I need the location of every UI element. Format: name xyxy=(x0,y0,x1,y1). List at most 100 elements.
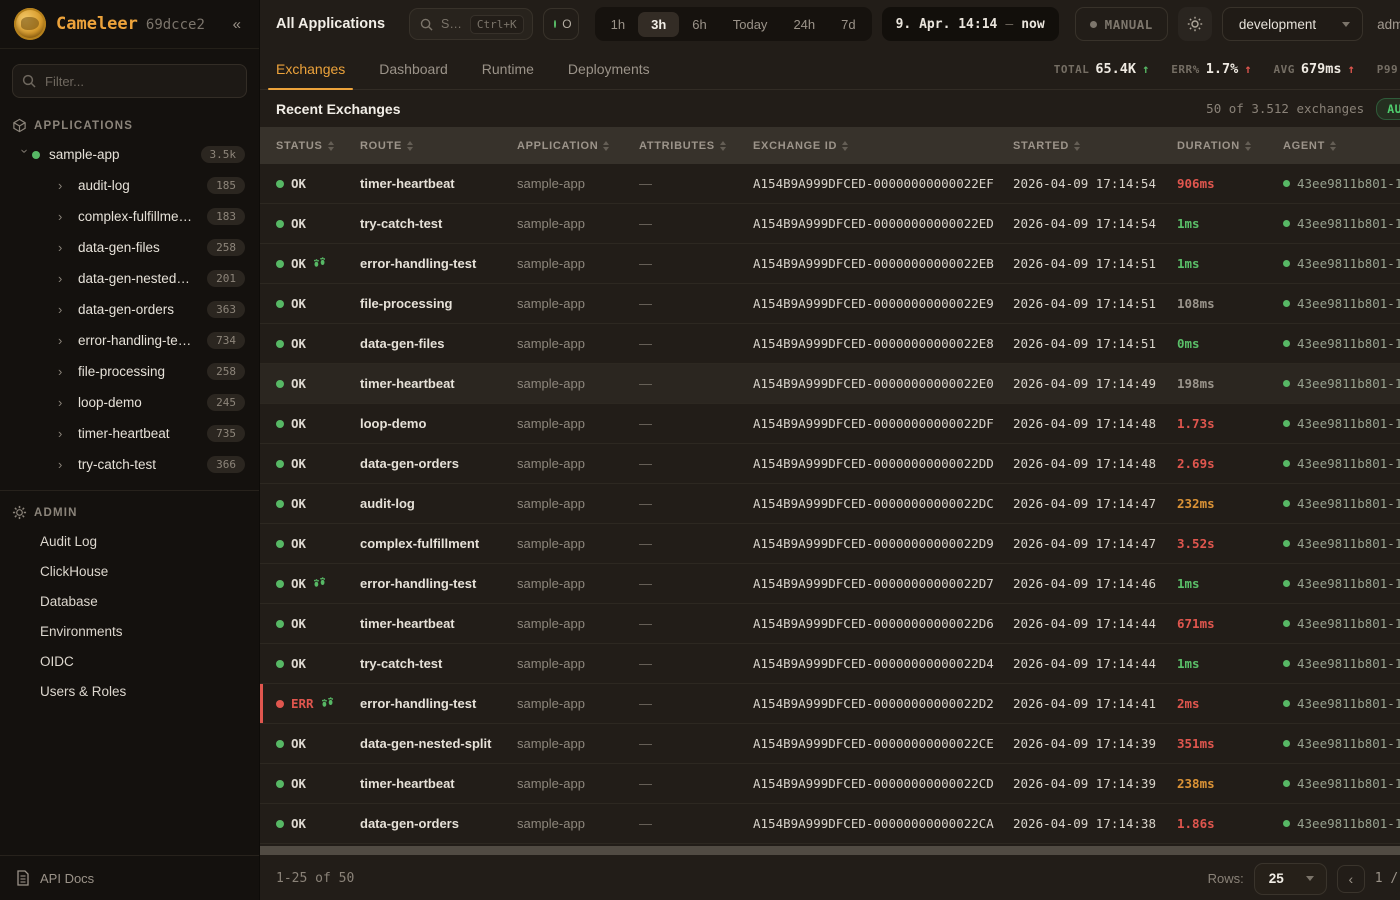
column-header-attributes[interactable]: ATTRIBUTES xyxy=(639,140,753,152)
range-button-today[interactable]: Today xyxy=(720,12,781,37)
status-cell: OK xyxy=(276,216,360,231)
table-row[interactable]: OKdata-gen-orderssample-app—A154B9A999DF… xyxy=(260,444,1400,484)
table-row[interactable]: OKfile-processingsample-app—A154B9A999DF… xyxy=(260,284,1400,324)
column-header-exchange-id[interactable]: EXCHANGE ID xyxy=(753,140,1013,152)
duration-cell: 906ms xyxy=(1177,176,1283,191)
date-range-button[interactable]: 9. Apr. 14:14 – now xyxy=(882,7,1059,41)
table-row[interactable]: OKdata-gen-filessample-app—A154B9A999DFC… xyxy=(260,324,1400,364)
manual-refresh-button[interactable]: MANUAL xyxy=(1075,7,1168,41)
agent-cell: 43ee9811b801-1 xyxy=(1283,696,1400,711)
table-row[interactable]: OKerror-handling-testsample-app—A154B9A9… xyxy=(260,564,1400,604)
sidebar-item-complex-fulfillme[interactable]: ›complex-fulfillme…183 xyxy=(0,201,259,232)
table-row[interactable]: OKtry-catch-testsample-app—A154B9A999DFC… xyxy=(260,644,1400,684)
tab-exchanges[interactable]: Exchanges xyxy=(276,48,345,89)
sidebar-item-data-gen-files[interactable]: ›data-gen-files258 xyxy=(0,232,259,263)
prev-page-button[interactable]: ‹ xyxy=(1337,865,1365,893)
scrollbar-thumb[interactable] xyxy=(260,846,1400,855)
agent-dot-icon xyxy=(1283,220,1290,227)
tab-dashboard[interactable]: Dashboard xyxy=(379,48,448,89)
sidebar-item-try-catch-test[interactable]: ›try-catch-test366 xyxy=(0,449,259,480)
sidebar-item-error-handling-te[interactable]: ›error-handling-te…734 xyxy=(0,325,259,356)
sidebar-item-audit-log[interactable]: ›audit-log185 xyxy=(0,170,259,201)
range-button-24h[interactable]: 24h xyxy=(780,12,828,37)
status-cell: OK xyxy=(276,496,360,511)
attributes-cell: — xyxy=(639,176,753,191)
logo-row: Cameleer 69dcce2 « xyxy=(0,0,259,49)
column-header-duration[interactable]: DURATION xyxy=(1177,140,1283,152)
status-cell: OK xyxy=(276,736,360,751)
table-row[interactable]: OKaudit-logsample-app—A154B9A999DFCED-00… xyxy=(260,484,1400,524)
table-row[interactable]: OKerror-handling-testsample-app—A154B9A9… xyxy=(260,244,1400,284)
sidebar-item-oidc[interactable]: OIDC xyxy=(0,646,259,676)
exchange-id-label: A154B9A999DFCED-00000000000022CD xyxy=(753,776,994,791)
auto-refresh-badge[interactable]: AUTO xyxy=(1376,98,1400,120)
agent-cell: 43ee9811b801-1 xyxy=(1283,536,1400,551)
column-header-started[interactable]: STARTED xyxy=(1013,140,1177,152)
ok-dot-icon xyxy=(276,580,284,588)
sidebar-item-audit-log[interactable]: Audit Log xyxy=(0,526,259,556)
table-row[interactable]: OKtry-catch-testsample-app—A154B9A999DFC… xyxy=(260,204,1400,244)
application-cell: sample-app xyxy=(517,256,639,271)
stat-avg: AVG679ms↑ xyxy=(1274,61,1355,77)
rows-per-page-select[interactable]: 25 xyxy=(1254,863,1327,895)
sidebar-item-users-roles[interactable]: Users & Roles xyxy=(0,676,259,706)
table-row[interactable]: OKtimer-heartbeatsample-app—A154B9A999DF… xyxy=(260,164,1400,204)
horizontal-scrollbar[interactable] xyxy=(260,844,1400,857)
tab-deployments[interactable]: Deployments xyxy=(568,48,650,89)
sidebar-item-sample-app[interactable]: › sample-app 3.5k xyxy=(0,139,259,170)
sidebar-item-data-gen-nested[interactable]: ›data-gen-nested…201 xyxy=(0,263,259,294)
application-cell: sample-app xyxy=(517,536,639,551)
collapse-sidebar-icon[interactable]: « xyxy=(229,14,245,35)
sort-icon xyxy=(407,141,413,151)
attributes-cell: — xyxy=(639,336,753,351)
table-row[interactable]: OKcomplex-fulfillmentsample-app—A154B9A9… xyxy=(260,524,1400,564)
attributes-label: — xyxy=(639,776,652,791)
column-header-route[interactable]: ROUTE xyxy=(360,140,517,152)
sidebar-item-database[interactable]: Database xyxy=(0,586,259,616)
sort-icon xyxy=(842,141,848,151)
route-label: error-handling-test xyxy=(360,576,476,591)
range-button-1h[interactable]: 1h xyxy=(598,12,638,37)
environment-select[interactable]: development xyxy=(1222,7,1363,41)
sidebar-item-clickhouse[interactable]: ClickHouse xyxy=(0,556,259,586)
agent-cell: 43ee9811b801-1 xyxy=(1283,216,1400,231)
table-row[interactable]: OKdata-gen-orderssample-app—A154B9A999DF… xyxy=(260,804,1400,844)
duration-label: 1ms xyxy=(1177,216,1200,231)
exchange-id-cell: A154B9A999DFCED-00000000000022D9 xyxy=(753,536,1013,551)
column-header-agent[interactable]: AGENT xyxy=(1283,140,1400,152)
sun-icon xyxy=(1187,16,1203,32)
sidebar-item-file-processing[interactable]: ›file-processing258 xyxy=(0,356,259,387)
sidebar-item-timer-heartbeat[interactable]: ›timer-heartbeat735 xyxy=(0,418,259,449)
chevron-down-icon[interactable]: › xyxy=(18,149,33,163)
table-row[interactable]: OKtimer-heartbeatsample-app—A154B9A999DF… xyxy=(260,764,1400,804)
sidebar-item-environments[interactable]: Environments xyxy=(0,616,259,646)
page-title: Recent Exchanges xyxy=(276,101,401,117)
application-label: sample-app xyxy=(517,456,585,471)
table-row[interactable]: OKtimer-heartbeatsample-app—A154B9A999DF… xyxy=(260,364,1400,404)
status-label: OK xyxy=(291,616,306,631)
range-button-3h[interactable]: 3h xyxy=(638,12,679,37)
sidebar-item-api-docs[interactable]: API Docs xyxy=(0,856,259,900)
table-header-bar: Recent Exchanges 50 of 3.512 exchanges A… xyxy=(260,90,1400,127)
sidebar-item-data-gen-orders[interactable]: ›data-gen-orders363 xyxy=(0,294,259,325)
tab-runtime[interactable]: Runtime xyxy=(482,48,534,89)
range-button-7d[interactable]: 7d xyxy=(828,12,868,37)
table-row[interactable]: OKdata-gen-nested-splitsample-app—A154B9… xyxy=(260,724,1400,764)
sidebar-item-loop-demo[interactable]: ›loop-demo245 xyxy=(0,387,259,418)
global-search-input[interactable]: S… Ctrl+K xyxy=(409,8,533,40)
count-badge: 734 xyxy=(207,332,245,349)
column-header-status[interactable]: STATUS xyxy=(276,140,360,152)
column-header-application[interactable]: APPLICATION xyxy=(517,140,639,152)
status-label: OK xyxy=(291,376,306,391)
attributes-cell: — xyxy=(639,216,753,231)
status-filter-chip[interactable]: O xyxy=(543,8,579,40)
agent-cell: 43ee9811b801-1 xyxy=(1283,736,1400,751)
table-row[interactable]: OKloop-demosample-app—A154B9A999DFCED-00… xyxy=(260,404,1400,444)
theme-toggle-button[interactable] xyxy=(1178,7,1212,41)
table-row[interactable]: OKtimer-heartbeatsample-app—A154B9A999DF… xyxy=(260,604,1400,644)
filter-input[interactable] xyxy=(12,64,247,98)
table-row[interactable]: ERRerror-handling-testsample-app—A154B9A… xyxy=(260,684,1400,724)
range-button-6h[interactable]: 6h xyxy=(679,12,719,37)
route-label: error-handling-test xyxy=(360,696,476,711)
agent-dot-icon xyxy=(1283,660,1290,667)
